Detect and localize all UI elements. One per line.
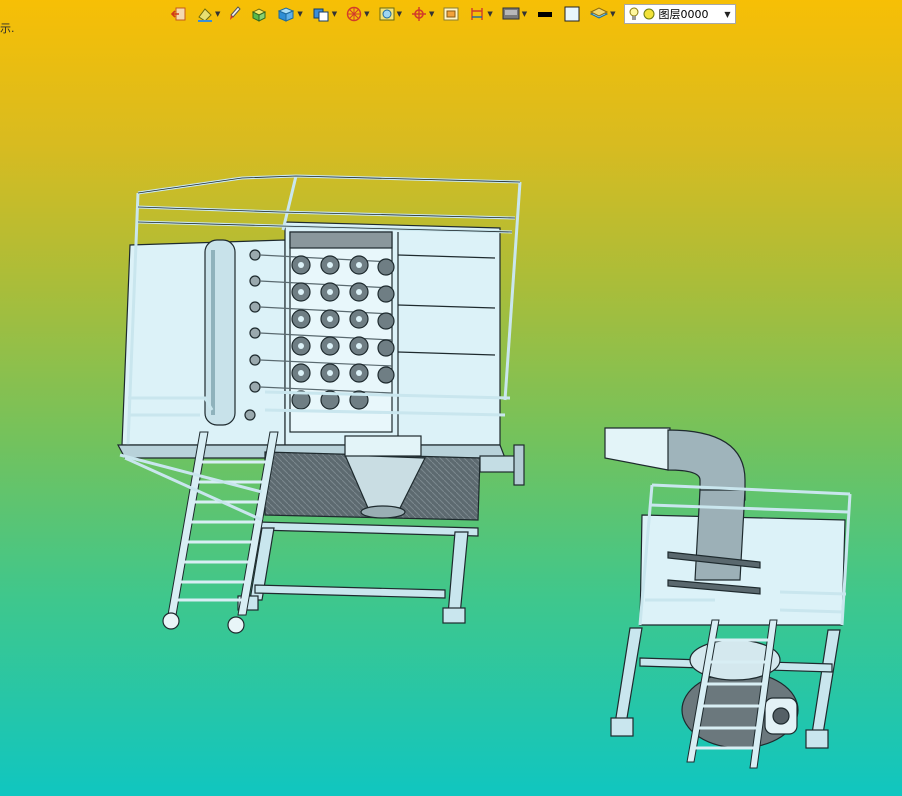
duct-vertical — [694, 489, 746, 581]
fan-unit-model[interactable] — [604, 427, 852, 769]
ladder-wheels — [162, 612, 245, 634]
outlet-flange — [513, 444, 525, 486]
filter-top-bar — [289, 231, 393, 249]
model-viewport[interactable] — [0, 0, 902, 796]
duct-horizontal — [604, 427, 671, 471]
dust-collector-model[interactable] — [116, 174, 525, 634]
inlet-box — [344, 435, 422, 457]
outlet-pipe — [479, 455, 519, 473]
air-tank — [204, 239, 236, 426]
support-stand — [237, 521, 479, 624]
hopper-outlet — [360, 505, 406, 519]
